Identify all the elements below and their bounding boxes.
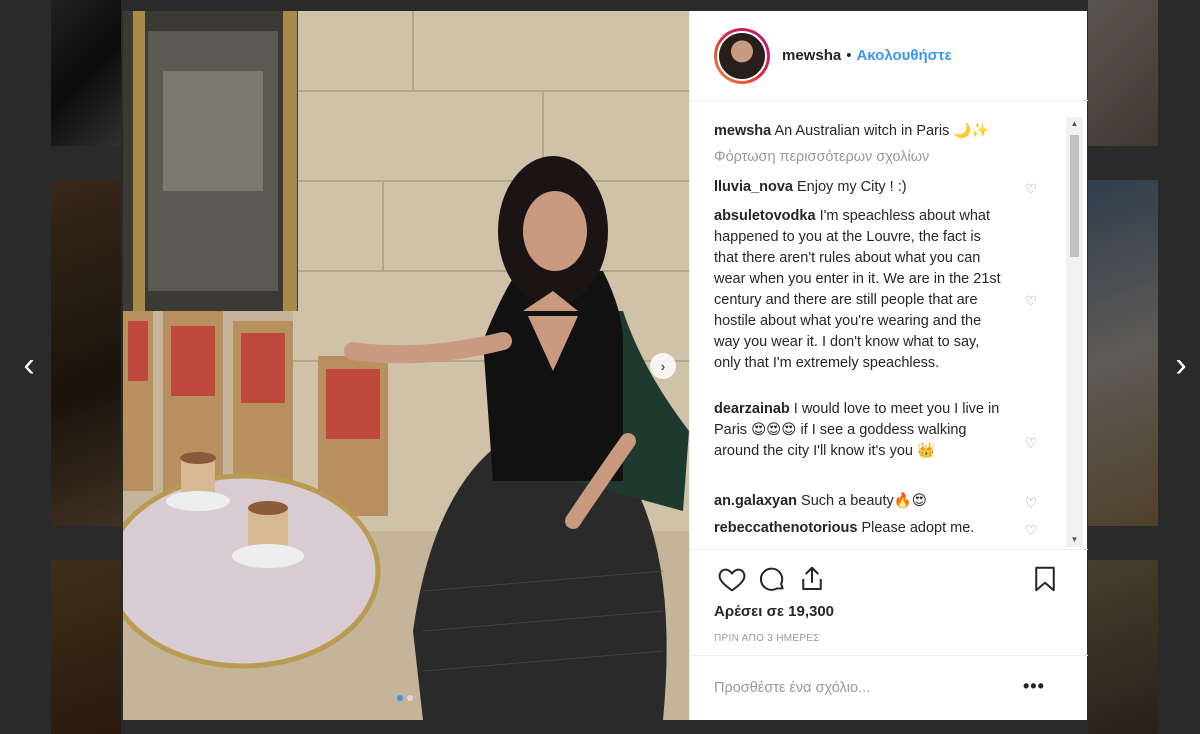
comment-username[interactable]: an.galaxyan (714, 493, 797, 509)
carousel-indicator (397, 695, 413, 701)
photo-next-button[interactable]: › (650, 353, 676, 379)
list-item: absuletovodka I'm speachless about what … (714, 206, 1006, 374)
comment-like-icon[interactable]: ♡ (1023, 293, 1039, 309)
next-post-button[interactable]: › (1166, 348, 1196, 382)
comment-like-icon[interactable]: ♡ (1023, 435, 1039, 451)
comment-username[interactable]: rebeccathenotorious (714, 520, 857, 536)
share-icon (802, 566, 822, 590)
comment-like-icon[interactable]: ♡ (1023, 522, 1039, 538)
background-thumbnail (51, 560, 121, 734)
post-sidebar: mewsha • Ακολουθήστε mewsha An Australia… (689, 11, 1088, 720)
list-item: an.galaxyan Such a beauty🔥😍 (714, 491, 1014, 512)
avatar-image (717, 30, 767, 81)
background-thumbnail (1088, 180, 1158, 526)
comment-like-icon[interactable]: ♡ (1023, 181, 1039, 197)
share-button[interactable] (797, 564, 827, 594)
list-item: lluvia_nova Enjoy my City ! :) (714, 177, 1014, 198)
background-thumbnail (51, 0, 121, 146)
previous-post-button[interactable]: ‹ (14, 348, 44, 382)
follow-button[interactable]: Ακολουθήστε (856, 47, 951, 64)
add-comment-input[interactable] (714, 676, 1014, 700)
heart-icon (718, 568, 746, 592)
comment-text: Enjoy my City ! :) (797, 179, 907, 195)
load-more-comments[interactable]: Φόρτωση περισσότερων σχολίων (714, 149, 929, 165)
bookmark-icon (1035, 566, 1055, 592)
header-username[interactable]: mewsha (782, 47, 841, 64)
comment-text: Please adopt me. (861, 520, 975, 536)
comment-button[interactable] (757, 564, 787, 594)
caption-username[interactable]: mewsha (714, 123, 771, 139)
avatar[interactable] (714, 27, 770, 84)
scrollbar-thumb[interactable] (1070, 135, 1079, 257)
add-comment-bar: ••• (690, 655, 1088, 720)
comment-text: Such a beauty🔥😍 (801, 493, 927, 509)
post-photo-illustration (123, 11, 689, 720)
comment-username[interactable]: dearzainab (714, 401, 790, 417)
comment-username[interactable]: absuletovodka (714, 208, 816, 224)
more-options-button[interactable]: ••• (1023, 676, 1045, 697)
comment-like-icon[interactable]: ♡ (1023, 495, 1039, 511)
comment-username[interactable]: lluvia_nova (714, 179, 793, 195)
background-thumbnail (1088, 0, 1158, 146)
post-header: mewsha • Ακολουθήστε (690, 11, 1088, 101)
scroll-up-arrow[interactable]: ▲ (1066, 117, 1083, 131)
background-thumbnail (1088, 560, 1158, 734)
comments-scrollbar[interactable]: ▲ ▼ (1066, 117, 1083, 547)
post-timestamp[interactable]: ΠΡΙΝ ΑΠΟ 3 ΗΜΕΡΕΣ (714, 633, 820, 644)
list-item: dearzainab I would love to meet you I li… (714, 399, 1006, 462)
carousel-dot (407, 695, 413, 701)
comment-icon (760, 567, 784, 591)
list-item: rebeccathenotorious Please adopt me. (714, 518, 1024, 539)
post-photo: › (123, 11, 689, 720)
comment-text: I'm speachless about what happened to yo… (714, 208, 1001, 371)
post-modal: › mewsha • Ακολουθήστε mewsha An Austral… (123, 11, 1088, 720)
background-thumbnail (51, 180, 121, 526)
caption-text: An Australian witch in Paris 🌙✨ (774, 123, 990, 139)
caption: mewsha An Australian witch in Paris 🌙✨ (714, 121, 1034, 142)
likes-count[interactable]: Αρέσει σε 19,300 (714, 603, 834, 620)
header-separator: • (846, 47, 852, 64)
scroll-down-arrow[interactable]: ▼ (1066, 533, 1083, 547)
like-button[interactable] (717, 564, 747, 594)
carousel-dot-active (397, 695, 403, 701)
post-actions (690, 549, 1088, 609)
comments-list: mewsha An Australian witch in Paris 🌙✨ Φ… (690, 117, 1088, 545)
save-button[interactable] (1030, 564, 1060, 594)
